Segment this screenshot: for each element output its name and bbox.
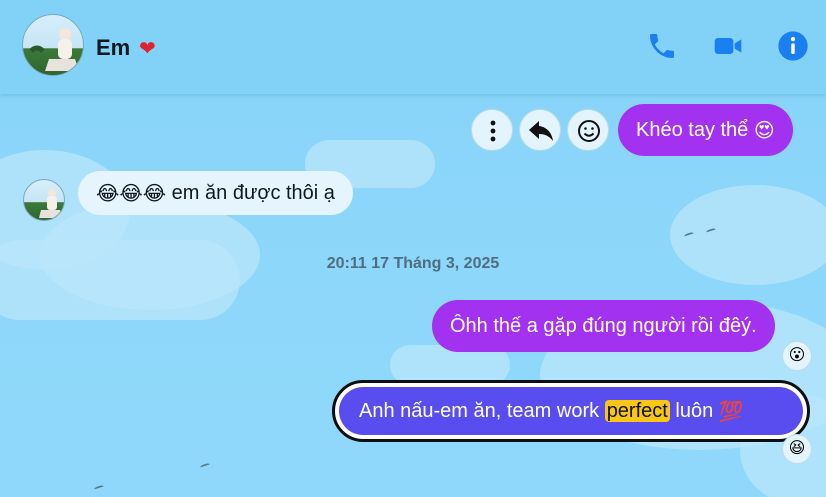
message-text: Anh nấu-em ăn, team work [359,400,605,422]
contact-avatar-small[interactable] [23,179,65,221]
surprised-emoji: 😮 [788,347,806,364]
message-text: em ăn được thôi ạ [171,182,335,204]
phone-icon[interactable] [646,30,678,62]
react-button[interactable] [567,109,609,151]
heart-emoji: ❤ [139,38,156,60]
chat-header: Em ❤ [0,0,826,94]
highlighted-word: perfect [604,400,670,422]
contact-name[interactable]: Em [96,35,130,61]
message-bubble-selected[interactable]: Anh nấu-em ăn, team work perfect luôn 💯 [339,387,803,435]
info-icon[interactable] [777,30,809,62]
background-cloud [0,240,240,320]
react-icon [578,120,600,142]
background-bird [93,484,105,492]
heart-eyes-emoji: 😍 [753,119,775,142]
hundred-points-emoji: 💯 [718,400,744,423]
background-bird [199,462,211,470]
laughing-emoji: 😆 [788,440,806,457]
message-reaction[interactable]: 😮 [782,341,812,371]
reply-icon [529,121,553,141]
message-text-end: luôn [669,400,714,422]
message-bubble-received[interactable]: 😂😂😂 em ăn được thôi ạ [78,171,353,215]
message-text: Ôhh thế a gặp đúng người rồi đêý. [450,315,757,337]
reply-button[interactable] [519,109,561,151]
message-bubble-sent[interactable]: Ôhh thế a gặp đúng người rồi đêý. [432,300,775,352]
message-reaction[interactable]: 😆 [782,434,812,464]
contact-avatar[interactable] [22,14,84,76]
message-text: Khéo tay thể [636,119,749,141]
more-options-icon [490,120,496,142]
video-call-icon[interactable] [712,30,744,62]
timestamp-divider: 20:11 17 Tháng 3, 2025 [326,255,500,272]
laughing-tears-emoji: 😂😂😂 [96,182,167,205]
message-bubble-sent[interactable]: Khéo tay thể 😍 [618,104,793,156]
more-options-button[interactable] [471,109,513,151]
selected-message-outline: Anh nấu-em ăn, team work perfect luôn 💯 [332,380,810,442]
